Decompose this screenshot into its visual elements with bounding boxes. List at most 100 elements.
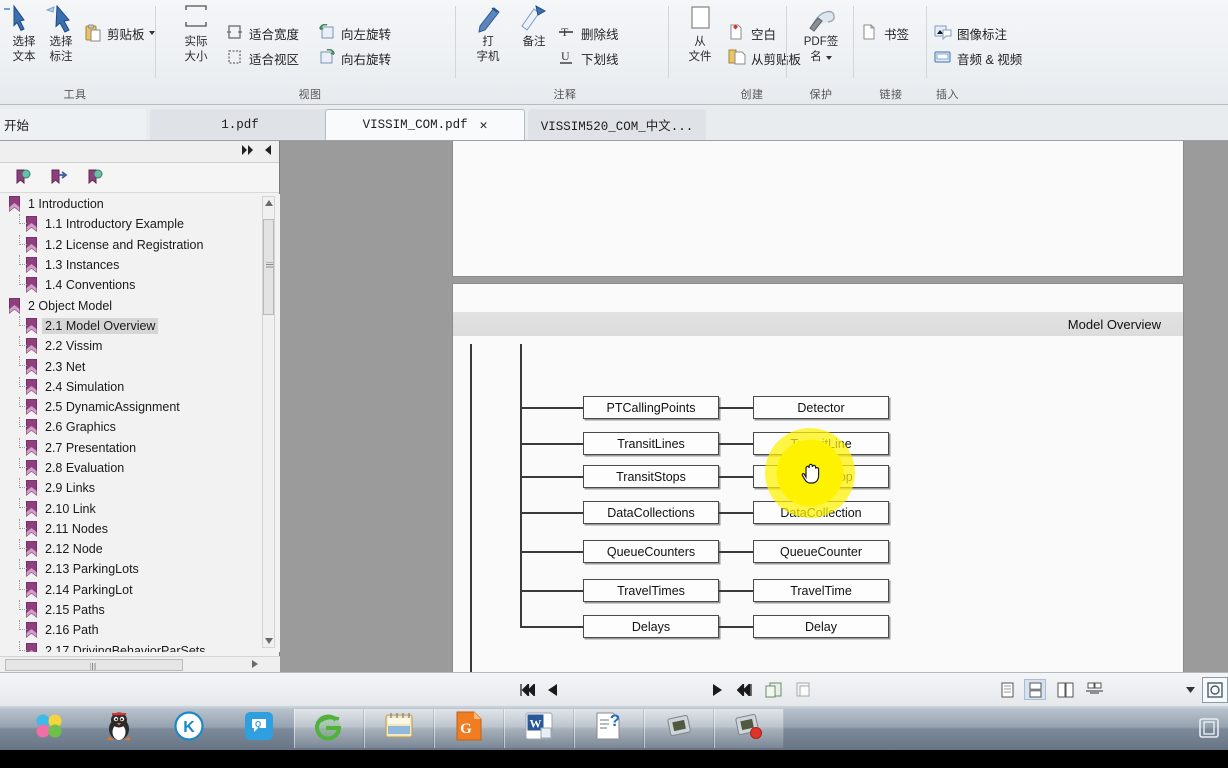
select-annotation-button[interactable]: 选择 标注	[33, 4, 89, 65]
bookmarks-toolbar	[0, 163, 279, 193]
facing-pages-view-button[interactable]	[1053, 679, 1077, 700]
from-clipboard-icon	[728, 49, 748, 67]
split-view-button[interactable]	[1082, 679, 1106, 700]
fit-visible-button[interactable]: 适合视区	[226, 47, 299, 69]
taskbar-app-pdf-reader[interactable]: G	[434, 709, 504, 748]
bookmark-item[interactable]: 2 Object Model	[0, 295, 280, 315]
taskbar-app-color-flower[interactable]	[14, 709, 84, 748]
svg-text:K: K	[183, 719, 195, 736]
scroll-down-icon[interactable]	[263, 635, 274, 647]
document-tab-bar: 开始 1.pdf VISSIM_COM.pdf ✕ VISSIM520_COM_…	[0, 105, 1228, 246]
bookmark-item[interactable]: 2.17 DrivingBehaviorParSets	[0, 640, 280, 652]
next-page-button[interactable]	[708, 679, 726, 700]
taskbar-app-notepad[interactable]	[364, 709, 434, 748]
single-page-view-button[interactable]	[996, 679, 1018, 700]
bookmark-item[interactable]: 1 Introduction	[0, 194, 280, 214]
bookmark-item[interactable]: 2.6 Graphics	[0, 417, 280, 437]
bookmarks-vertical-scrollbar[interactable]	[262, 196, 275, 648]
chevron-down-icon[interactable]	[148, 31, 155, 35]
clipboard-button[interactable]: 剪贴板	[84, 22, 155, 44]
bookmark-link-button[interactable]: 书签	[861, 22, 909, 44]
ribbon-group-tools: 选择 文本 选择 标注 剪贴板 工具	[0, 0, 155, 104]
pdf-sign-button[interactable]: PDF签 名	[792, 4, 850, 65]
tab-1-pdf[interactable]: 1.pdf	[150, 109, 330, 140]
bookmark-item-label: 2.11 Nodes	[45, 521, 109, 536]
bookmark-item[interactable]: 2.5 DynamicAssignment	[0, 396, 280, 417]
bookmark-item[interactable]: 2.3 Net	[0, 356, 280, 376]
loupe-button[interactable]	[1202, 677, 1228, 703]
bookmark-item[interactable]: 1.1 Introductory Example	[0, 214, 280, 234]
bookmark-expand-icon[interactable]	[14, 169, 32, 187]
bookmarks-scroll-thumb[interactable]	[263, 219, 274, 315]
underline-button[interactable]: U 下划线	[558, 47, 619, 69]
bookmark-item[interactable]: 1.3 Instances	[0, 254, 280, 275]
bookmarks-hscroll-thumb[interactable]	[5, 659, 183, 671]
fit-width-icon	[226, 24, 246, 42]
bookmark-item[interactable]: 2.1 Model Overview	[0, 315, 280, 336]
bookmark-item[interactable]: 2.7 Presentation	[0, 437, 280, 458]
bookmark-item[interactable]: 2.4 Simulation	[0, 376, 280, 397]
tab-vissim-com-pdf[interactable]: VISSIM_COM.pdf ✕	[325, 109, 525, 140]
word-icon: W	[524, 711, 554, 746]
document-viewport[interactable]: 18 VISSIM 4.30-00 © PTV AG 2007 Model Ov…	[281, 141, 1228, 672]
rotate-left-button[interactable]: 向左旋转	[318, 22, 391, 44]
taskbar-app-kingsoft[interactable]: K	[154, 709, 224, 748]
rotate-right-button[interactable]: 向右旋转	[318, 47, 391, 69]
collapse-panel-icon[interactable]	[263, 144, 273, 156]
bookmark-item[interactable]: 2.9 Links	[0, 478, 280, 498]
bookmark-tree-connector	[19, 315, 27, 326]
image-annotation-button[interactable]: 图像标注	[934, 22, 1007, 44]
hscroll-right-icon[interactable]	[252, 660, 258, 668]
taskbar-app-messenger[interactable]: Q	[224, 709, 294, 748]
first-page-button[interactable]	[516, 679, 538, 700]
tab-vissim520-com-cn[interactable]: VISSIM520_COM_中文...	[528, 109, 706, 140]
scroll-up-icon[interactable]	[263, 197, 274, 209]
create-blank-button[interactable]: 空白	[728, 22, 776, 44]
fit-width-button[interactable]: 适合宽度	[226, 22, 299, 44]
last-page-button[interactable]	[734, 679, 756, 700]
taskbar-app-word[interactable]: W	[504, 709, 574, 748]
close-icon[interactable]: ✕	[480, 118, 488, 133]
windows-taskbar: K Q G W?	[0, 705, 1228, 750]
show-desktop-icon[interactable]	[1198, 717, 1220, 739]
bookmark-item[interactable]: 2.13 ParkingLots	[0, 559, 280, 579]
expand-panel-icon[interactable]	[241, 144, 255, 156]
taskbar-app-recording[interactable]	[714, 709, 784, 748]
bookmark-item-label: 2.6 Graphics	[45, 420, 116, 435]
tab-start[interactable]: 开始	[0, 109, 146, 140]
bookmark-item[interactable]: 2.10 Link	[0, 498, 280, 518]
snapshot-button[interactable]	[791, 679, 815, 700]
strikeout-button[interactable]: T 删除线	[558, 22, 619, 44]
chevron-down-icon[interactable]	[825, 56, 832, 60]
taskbar-app-qq[interactable]	[84, 709, 154, 748]
taskbar-app-help[interactable]: ?	[574, 709, 644, 748]
zoom-dropdown-button[interactable]	[1184, 679, 1196, 700]
bookmark-item[interactable]: 2.15 Paths	[0, 599, 280, 620]
ribbon-group-label-link: 链接	[879, 89, 903, 101]
note-button[interactable]: 备注	[506, 4, 562, 50]
continuous-view-button[interactable]	[1024, 679, 1046, 700]
taskbar-app-recorder[interactable]	[644, 709, 714, 748]
bookmark-tree-connector	[19, 457, 27, 468]
bookmark-item[interactable]: 2.16 Path	[0, 620, 280, 640]
create-from-file-button[interactable]: 从 文件	[672, 4, 728, 65]
bookmark-item[interactable]: 2.12 Node	[0, 539, 280, 559]
bookmark-item[interactable]: 2.11 Nodes	[0, 518, 280, 539]
bookmark-goto-icon[interactable]	[50, 169, 68, 187]
bookmark-highlight-icon[interactable]	[86, 169, 104, 187]
fit-page-button[interactable]	[762, 679, 786, 700]
bookmark-item[interactable]: 1.4 Conventions	[0, 275, 280, 295]
bookmark-item[interactable]: 2.8 Evaluation	[0, 457, 280, 478]
bookmark-item[interactable]: 2.2 Vissim	[0, 336, 280, 356]
rotate-left-label: 向左旋转	[341, 27, 392, 42]
previous-page-button[interactable]	[544, 679, 562, 700]
bookmark-item[interactable]: 2.14 ParkingLot	[0, 579, 280, 600]
diagram-box-collection: TransitStops	[583, 465, 719, 488]
taskbar-app-ie[interactable]	[294, 709, 364, 748]
actual-size-button[interactable]: 实际 大小	[168, 4, 224, 65]
bookmark-item[interactable]: 1.2 License and Registration	[0, 234, 280, 255]
bookmarks-horizontal-scrollbar[interactable]	[0, 656, 280, 672]
audio-video-button[interactable]: 音频 & 视频	[934, 47, 1022, 69]
bookmarks-list[interactable]: 1 Introduction 1.1 Introductory Example 1.…	[0, 194, 280, 652]
bookmark-item-label: 2.16 Path	[45, 623, 99, 638]
